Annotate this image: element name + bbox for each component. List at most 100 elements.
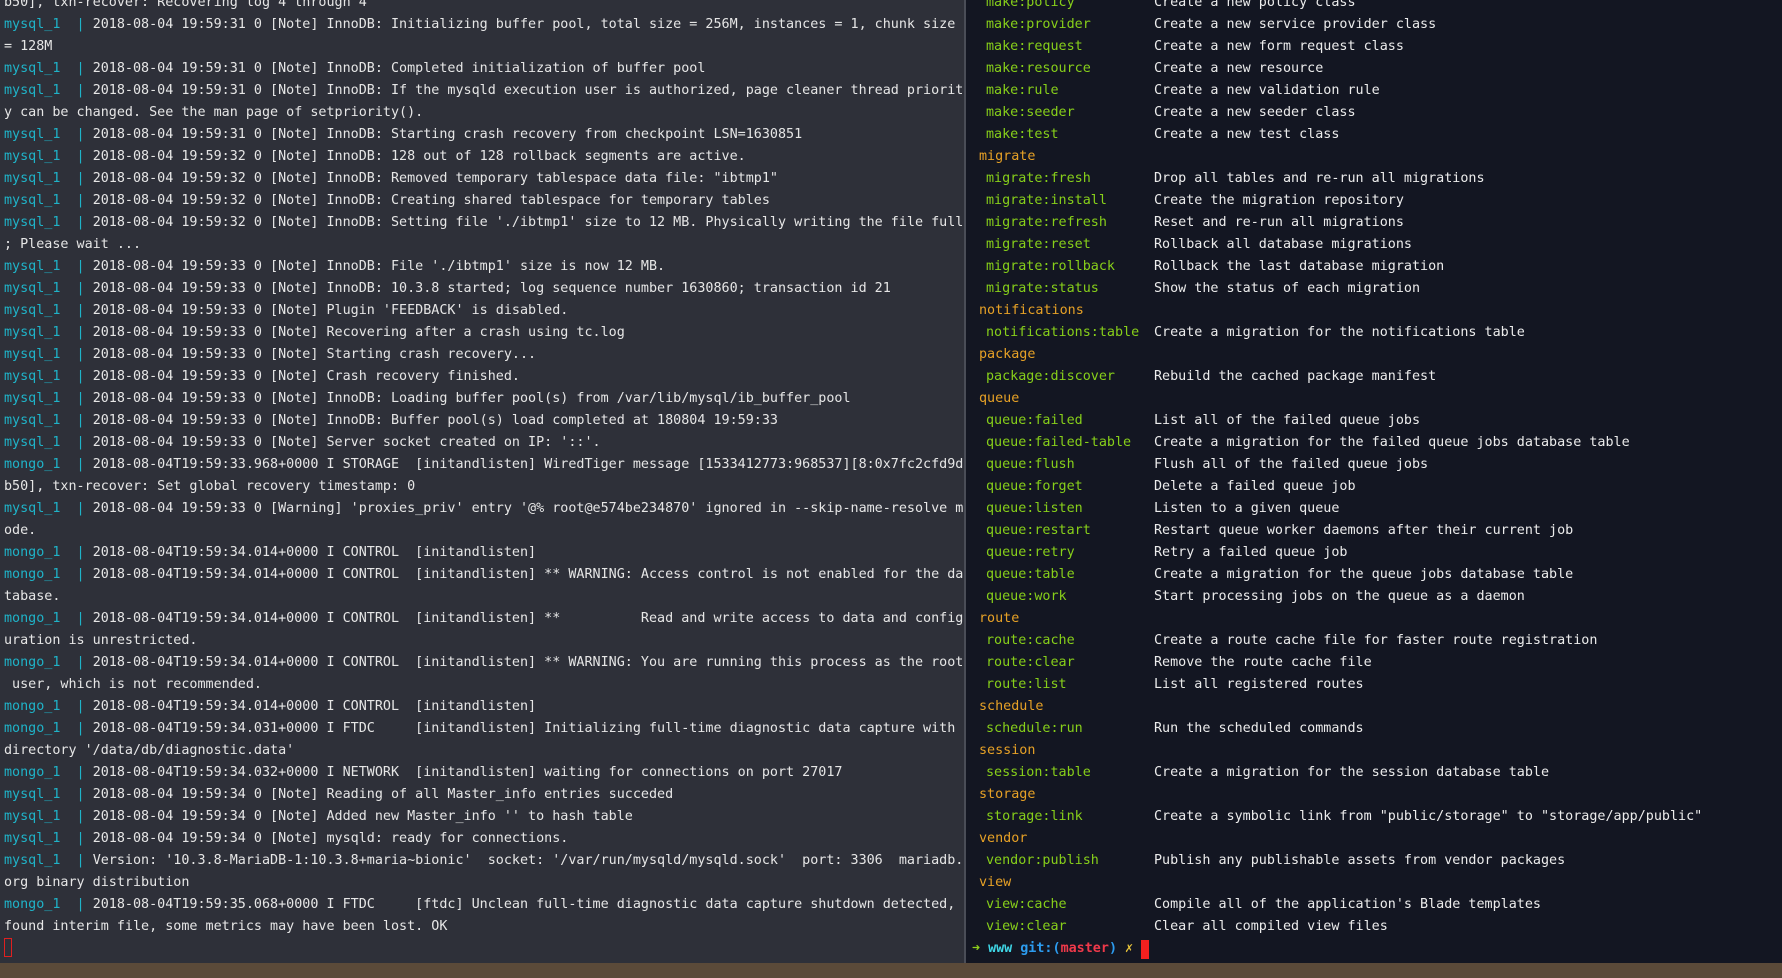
command-name: route:cache (986, 633, 1075, 648)
log-text: Version: '10.3.8-MariaDB-1:10.3.8+maria~… (92, 853, 964, 868)
log-line: b50], txn-recover: Recovering log 4 thro… (4, 0, 367, 14)
container-prefix: mysql_1 | (4, 83, 93, 98)
command-name: route:clear (986, 655, 1075, 670)
log-text: user, which is not recommended. (4, 677, 262, 692)
log-text: 2018-08-04T19:59:35.068+0000 I FTDC [ftd… (92, 897, 956, 912)
command-description: Show the status of each migration (1154, 281, 1421, 296)
log-line: uration is unrestricted. (4, 630, 197, 652)
log-line: mongo_1 | 2018-08-04T19:59:34.014+0000 I… (4, 696, 536, 718)
log-line: mysql_1 | 2018-08-04 19:59:33 0 [Note] C… (4, 366, 520, 388)
command-row: queue:retry Retry a failed queue job (966, 542, 1766, 564)
command-name: queue:failed-table (986, 435, 1132, 450)
command-description: Create a new service provider class (1154, 17, 1437, 32)
log-line: mysql_1 | 2018-08-04 19:59:33 0 [Note] P… (4, 300, 568, 322)
git-dirty-icon: ✗ (1125, 941, 1134, 956)
log-text: 2018-08-04 19:59:32 0 [Note] InnoDB: Set… (92, 215, 964, 230)
log-line: mysql_1 | 2018-08-04 19:59:33 0 [Warning… (4, 498, 963, 520)
log-text: 2018-08-04 19:59:31 0 [Note] InnoDB: If … (92, 83, 964, 98)
log-text: 2018-08-04T19:59:34.031+0000 I FTDC [ini… (92, 721, 956, 736)
command-name: make:policy (986, 0, 1075, 10)
container-prefix: mongo_1 | (4, 897, 93, 912)
left-cursor-line[interactable] (4, 938, 12, 960)
log-line: mysql_1 | 2018-08-04 19:59:33 0 [Note] S… (4, 432, 601, 454)
log-line: mysql_1 | 2018-08-04 19:59:33 0 [Note] I… (4, 388, 851, 410)
log-line: mongo_1 | 2018-08-04T19:59:34.014+0000 I… (4, 542, 536, 564)
log-text: 2018-08-04 19:59:33 0 [Note] InnoDB: Fil… (92, 259, 666, 274)
log-text: 2018-08-04 19:59:32 0 [Note] InnoDB: Rem… (92, 171, 778, 186)
container-prefix: mysql_1 | (4, 501, 93, 516)
log-text: tabase. (4, 589, 61, 604)
command-name: make:provider (986, 17, 1091, 32)
prompt-git-label: git:( (1020, 941, 1061, 956)
log-text: 2018-08-04 19:59:34 0 [Note] Reading of … (92, 787, 674, 802)
command-name: make:seeder (986, 105, 1075, 120)
command-name: migrate:reset (986, 237, 1091, 252)
container-prefix: mysql_1 | (4, 193, 93, 208)
command-description: Restart queue worker daemons after their… (1154, 523, 1574, 538)
log-line: mysql_1 | 2018-08-04 19:59:33 0 [Note] I… (4, 256, 665, 278)
container-prefix: mongo_1 | (4, 765, 93, 780)
log-line: mongo_1 | 2018-08-04T19:59:34.032+0000 I… (4, 762, 842, 784)
container-prefix: mysql_1 | (4, 303, 93, 318)
container-prefix: mongo_1 | (4, 567, 93, 582)
log-text: 2018-08-04 19:59:34 0 [Note] Added new M… (92, 809, 633, 824)
command-name: migrate:fresh (986, 171, 1091, 186)
log-line: ode. (4, 520, 36, 542)
log-line: mongo_1 | 2018-08-04T19:59:34.014+0000 I… (4, 564, 963, 586)
log-line: mysql_1 | 2018-08-04 19:59:31 0 [Note] I… (4, 80, 963, 102)
command-group-header: migrate (979, 149, 1036, 164)
command-group-header: notifications (979, 303, 1084, 318)
terminal-cursor (1141, 939, 1150, 959)
log-line: mysql_1 | Version: '10.3.8-MariaDB-1:10.… (4, 850, 963, 872)
log-line: mongo_1 | 2018-08-04T19:59:34.014+0000 I… (4, 608, 963, 630)
command-description: Retry a failed queue job (1154, 545, 1348, 560)
command-name: make:test (986, 127, 1059, 142)
left-terminal-pane[interactable]: b50], txn-recover: Recovering log 4 thro… (0, 0, 964, 963)
container-prefix: mongo_1 | (4, 545, 93, 560)
log-line: mongo_1 | 2018-08-04T19:59:35.068+0000 I… (4, 894, 955, 916)
command-name: queue:work (986, 589, 1067, 604)
command-description: Create a new form request class (1154, 39, 1404, 54)
command-description: Create a new test class (1154, 127, 1340, 142)
command-row: view:clear Clear all compiled view files (966, 916, 1766, 938)
command-row: make:request Create a new form request cl… (966, 36, 1766, 58)
log-line: mysql_1 | 2018-08-04 19:59:31 0 [Note] I… (4, 124, 802, 146)
command-description: Reset and re-run all migrations (1154, 215, 1404, 230)
log-text: 2018-08-04 19:59:33 0 [Note] Server sock… (92, 435, 601, 450)
command-row: session:table Create a migration for the … (966, 762, 1766, 784)
shell-prompt[interactable]: ➜ www git:( master ) ✗ (972, 938, 1150, 960)
log-text: 2018-08-04T19:59:34.014+0000 I CONTROL [… (92, 611, 964, 626)
log-line: mysql_1 | 2018-08-04 19:59:34 0 [Note] R… (4, 784, 673, 806)
log-text: ode. (4, 523, 37, 538)
command-description: List all registered routes (1154, 677, 1364, 692)
command-name: queue:table (986, 567, 1075, 582)
log-line: mongo_1 | 2018-08-04T19:59:34.014+0000 I… (4, 652, 963, 674)
command-description: List all of the failed queue jobs (1154, 413, 1421, 428)
right-terminal-pane[interactable]: make:policy Create a new policy class make… (966, 0, 1782, 963)
command-row: vendor:publish Publish any publishable as… (966, 850, 1766, 872)
command-description: Create a migration for the session datab… (1154, 765, 1550, 780)
log-line: tabase. (4, 586, 60, 608)
command-row: migrate:refresh Reset and re-run all migr… (966, 212, 1766, 234)
command-description: Flush all of the failed queue jobs (1154, 457, 1429, 472)
command-name: queue:forget (986, 479, 1083, 494)
container-prefix: mysql_1 | (4, 413, 93, 428)
prompt-git-branch: master (1060, 941, 1109, 956)
log-text: 2018-08-04 19:59:33 0 [Note] Plugin 'FEE… (92, 303, 569, 318)
log-line: mysql_1 | 2018-08-04 19:59:34 0 [Note] m… (4, 828, 568, 850)
command-name: session:table (986, 765, 1091, 780)
command-description: Create a migration for the failed queue … (1154, 435, 1630, 450)
log-text: 2018-08-04 19:59:33 0 [Warning] 'proxies… (92, 501, 964, 516)
container-prefix: mysql_1 | (4, 171, 93, 186)
command-group-header: session (979, 743, 1036, 758)
container-prefix: mongo_1 | (4, 611, 93, 626)
command-row: view:cache Compile all of the application… (966, 894, 1766, 916)
command-description: Create a new validation rule (1154, 83, 1380, 98)
log-text: org binary distribution (4, 875, 190, 890)
command-row: storage:link Create a symbolic link from … (966, 806, 1766, 828)
container-prefix: mysql_1 | (4, 369, 93, 384)
container-prefix: mysql_1 | (4, 61, 93, 76)
log-text: 2018-08-04T19:59:34.014+0000 I CONTROL [… (92, 699, 537, 714)
command-name: make:rule (986, 83, 1059, 98)
log-text: 2018-08-04 19:59:33 0 [Note] Crash recov… (92, 369, 520, 384)
